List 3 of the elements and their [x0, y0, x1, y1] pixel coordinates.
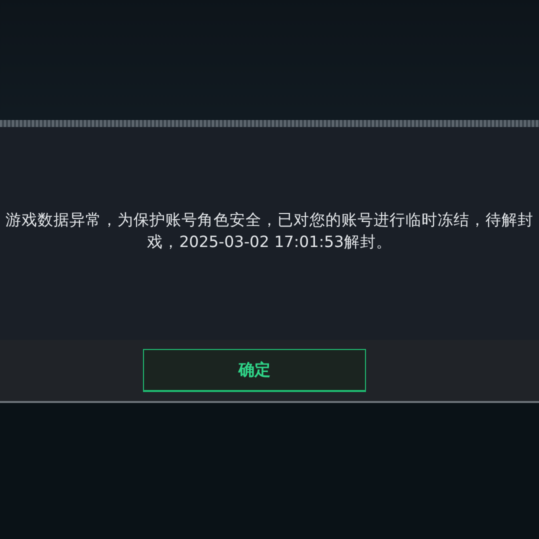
- confirm-button[interactable]: 确定: [143, 349, 366, 392]
- message-text: 游戏数据异常，为保护账号角色安全，已对您的账号进行临时冻结，待解封: [6, 210, 534, 230]
- message-text: 戏，2025-03-02 17:01:53解封。: [147, 232, 392, 252]
